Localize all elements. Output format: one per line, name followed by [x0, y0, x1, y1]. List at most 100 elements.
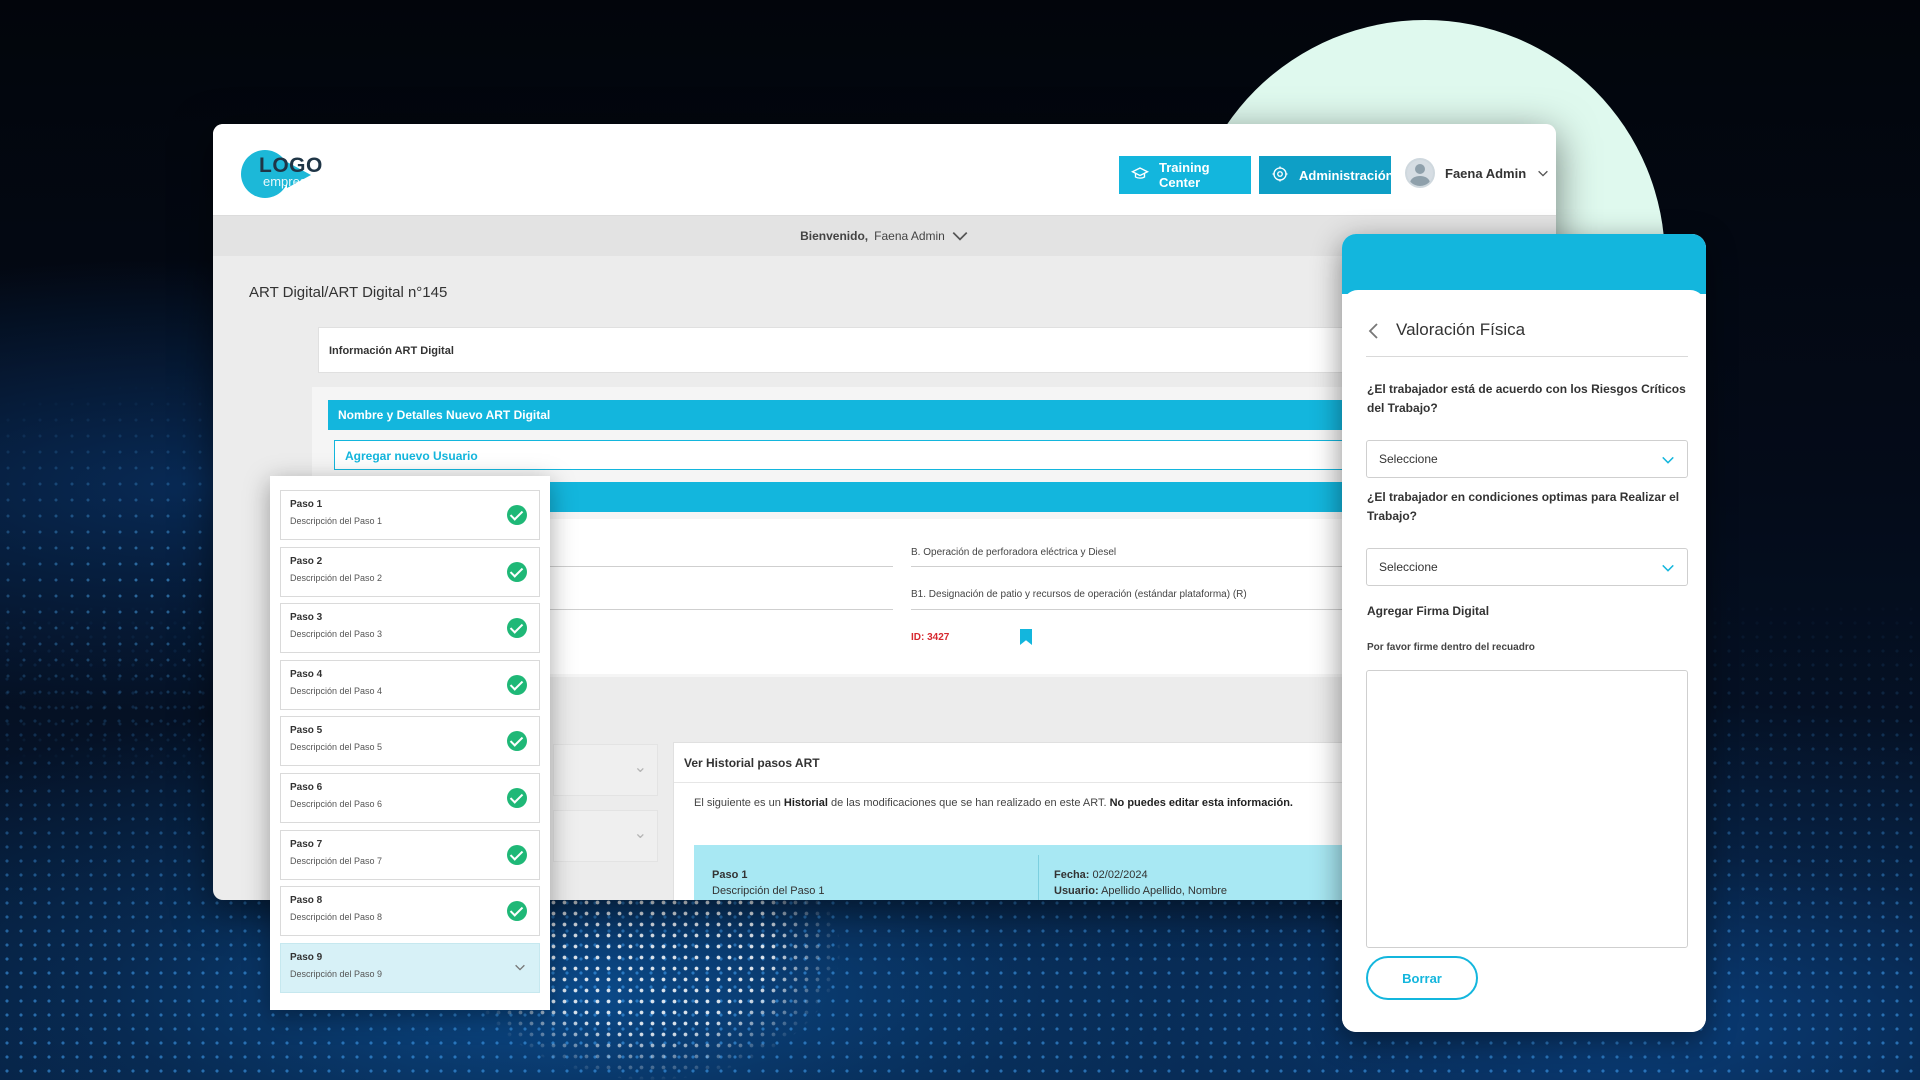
- optimal-conditions-select[interactable]: Seleccione: [1366, 548, 1688, 586]
- physical-assessment-panel: Valoración Física ¿El trabajador está de…: [1342, 234, 1706, 1032]
- divider: [1366, 356, 1688, 357]
- history-meta: Fecha: 02/02/2024 Usuario: Apellido Apel…: [1054, 867, 1227, 899]
- signature-label: Agregar Firma Digital: [1367, 604, 1490, 618]
- step-item[interactable]: Paso 4 Descripción del Paso 4: [280, 659, 540, 710]
- step-title: Paso 5: [290, 725, 323, 737]
- logo-subtext: empresa: [263, 174, 314, 189]
- history-date: 02/02/2024: [1092, 869, 1148, 881]
- chevron-left-icon[interactable]: [1366, 322, 1382, 340]
- history-desc-bold: No puedes editar esta información.: [1109, 797, 1293, 809]
- details-subbar: [543, 482, 1418, 512]
- history-desc-text: de las modificaciones que se han realiza…: [827, 797, 1110, 809]
- step-description: Descripción del Paso 4: [290, 685, 383, 696]
- optimal-conditions-select-value: Seleccione: [1379, 560, 1438, 574]
- administration-label: Administración: [1299, 167, 1394, 183]
- history-step-desc: Descripción del Paso 1: [712, 885, 825, 897]
- user-name: Faena Admin: [1445, 165, 1527, 181]
- history-user: Apellido Apellido, Nombre: [1101, 885, 1228, 897]
- history-date-label: Fecha:: [1054, 869, 1090, 881]
- id-label: ID: 3427: [911, 632, 950, 643]
- step-description: Descripción del Paso 1: [290, 516, 383, 526]
- details-title-bar[interactable]: Nombre y Detalles Nuevo ART Digital: [328, 400, 1418, 430]
- breadcrumb: ART Digital/ART Digital n°145: [249, 284, 448, 301]
- welcome-user: Faena Admin: [874, 229, 945, 243]
- chevron-down-icon: [1662, 564, 1674, 572]
- history-description: El siguiente es un Historial de las modi…: [674, 783, 1417, 823]
- field-operation[interactable]: B. Operación de perforadora eléctrica y …: [911, 547, 1116, 558]
- chevron-down-icon: [952, 232, 968, 241]
- chevron-down-icon: [515, 964, 525, 971]
- signature-hint: Por favor firme dentro del recuadro: [1367, 642, 1535, 653]
- step-title: Paso 8: [290, 895, 323, 907]
- check-circle-icon: [507, 674, 527, 695]
- bookmark-icon[interactable]: [1020, 629, 1032, 645]
- step-item-active[interactable]: Paso 9 Descripción del Paso 9: [280, 942, 540, 993]
- welcome-label: Bienvenido,: [800, 229, 869, 243]
- training-center-button[interactable]: Training Center: [1119, 156, 1251, 194]
- question-optimal-conditions: ¿El trabajador en condiciones optimas pa…: [1367, 490, 1680, 523]
- add-user-link[interactable]: Agregar nuevo Usuario: [334, 440, 1418, 470]
- history-row: Paso 1 Descripción del Paso 1 Fecha: 02/…: [694, 845, 1419, 900]
- question-critical-risks: ¿El trabajador está de acuerdo con los R…: [1367, 382, 1686, 415]
- step-item[interactable]: Paso 2 Descripción del Paso 2: [280, 546, 540, 597]
- step-item[interactable]: Paso 3 Descripción del Paso 3: [280, 603, 540, 654]
- step-item[interactable]: Paso 6 Descripción del Paso 6: [280, 772, 540, 823]
- field-underline: [543, 609, 893, 610]
- check-circle-icon: [507, 844, 527, 865]
- training-center-label: Training Center: [1159, 160, 1210, 190]
- panel-header: [1342, 234, 1706, 294]
- step-item[interactable]: Paso 8 Descripción del Paso 8: [280, 886, 540, 937]
- critical-risks-select[interactable]: Seleccione: [1366, 440, 1688, 478]
- steps-list: Paso 1 Descripción del Paso 1 Paso 2 Des…: [270, 476, 550, 1010]
- step-title: Paso 6: [290, 781, 323, 793]
- check-circle-icon: [507, 787, 527, 808]
- field-designation[interactable]: B1. Designación de patio y recursos de o…: [911, 589, 1247, 600]
- step-item[interactable]: Paso 1 Descripción del Paso 1: [280, 490, 540, 540]
- step-item[interactable]: Paso 5 Descripción del Paso 5: [280, 716, 540, 767]
- step-description: Descripción del Paso 2: [290, 572, 383, 583]
- info-card[interactable]: Información ART Digital: [318, 327, 1418, 373]
- step-title: Paso 7: [290, 838, 323, 850]
- step-title: Paso 3: [290, 612, 323, 624]
- history-card: Ver Historial pasos ART El siguiente es …: [673, 742, 1419, 900]
- signature-pad[interactable]: [1366, 670, 1688, 948]
- gear-icon: [1271, 165, 1289, 186]
- step-description: Descripción del Paso 9: [290, 968, 383, 979]
- history-title[interactable]: Ver Historial pasos ART: [674, 743, 1417, 783]
- step-description: Descripción del Paso 7: [290, 855, 383, 866]
- company-logo[interactable]: LOGO empresa: [241, 150, 341, 200]
- step-item[interactable]: Paso 7 Descripción del Paso 7: [280, 829, 540, 880]
- chevron-down-icon: [1662, 456, 1674, 464]
- graduation-cap-icon: [1130, 165, 1150, 186]
- top-bar: LOGO empresa Training Center Administrac…: [213, 124, 1556, 216]
- field-underline: [543, 566, 893, 567]
- step-title: Paso 4: [290, 668, 323, 680]
- administration-button[interactable]: Administración: [1259, 156, 1394, 194]
- history-divider: [1038, 855, 1039, 900]
- step-title: Paso 1: [290, 499, 323, 510]
- check-circle-icon: [507, 505, 527, 525]
- collapsed-row[interactable]: [553, 810, 658, 862]
- collapsed-sections: [553, 744, 658, 894]
- panel-body: Valoración Física ¿El trabajador está de…: [1342, 290, 1706, 1032]
- history-desc-bold: Historial: [783, 797, 828, 809]
- step-description: Descripción del Paso 5: [290, 742, 383, 753]
- form-area: B. Operación de perforadora eléctrica y …: [543, 519, 1418, 674]
- clear-signature-button[interactable]: Borrar: [1366, 956, 1478, 1000]
- step-description: Descripción del Paso 6: [290, 798, 383, 809]
- step-description: Descripción del Paso 3: [290, 629, 383, 640]
- step-title: Paso 9: [290, 951, 323, 963]
- critical-risks-select-value: Seleccione: [1379, 452, 1438, 466]
- step-title: Paso 2: [290, 555, 323, 567]
- history-user-label: Usuario:: [1054, 885, 1099, 897]
- collapsed-row[interactable]: [553, 744, 658, 796]
- history-step: Paso 1 Descripción del Paso 1: [712, 867, 825, 899]
- history-desc-text: El siguiente es un: [694, 797, 784, 809]
- user-menu[interactable]: Faena Admin: [1405, 158, 1550, 188]
- chevron-down-icon: [1538, 170, 1548, 177]
- check-circle-icon: [507, 561, 527, 582]
- panel-title: Valoración Física: [1396, 320, 1526, 339]
- history-step-title: Paso 1: [712, 869, 748, 881]
- step-description: Descripción del Paso 8: [290, 912, 383, 923]
- avatar: [1405, 158, 1435, 188]
